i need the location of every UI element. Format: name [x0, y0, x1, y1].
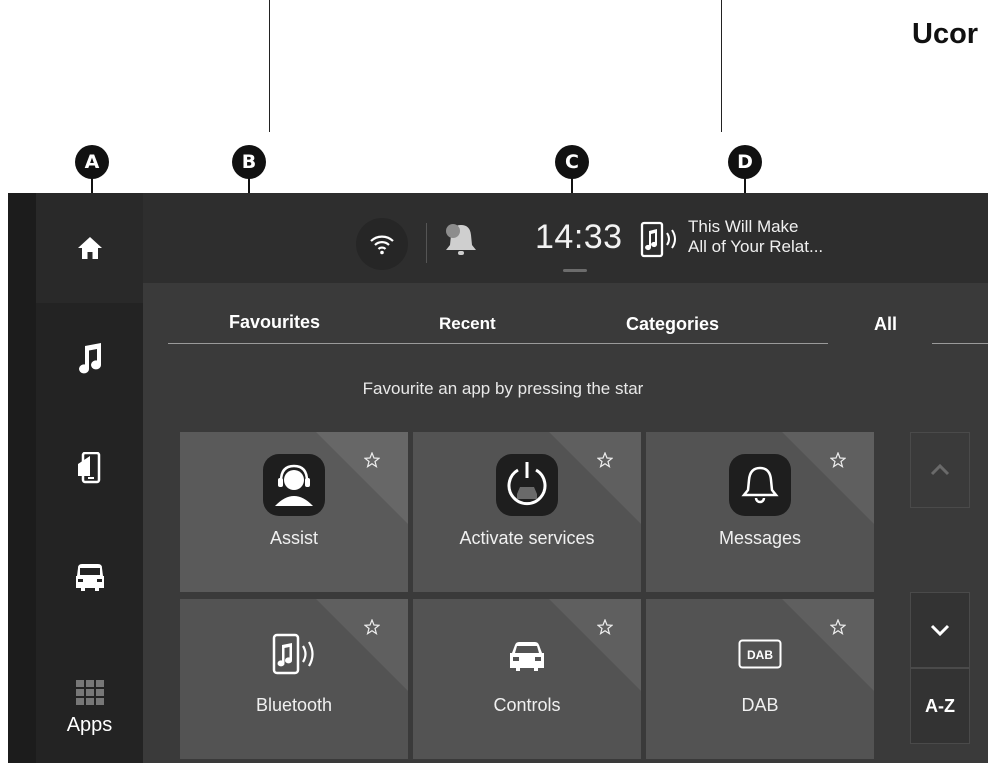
bluetooth-phone-icon — [272, 633, 314, 675]
sidebar-item-apps[interactable]: Apps — [36, 653, 143, 763]
chevron-down-icon — [930, 624, 950, 636]
tab-categories[interactable]: Categories — [626, 314, 719, 335]
star-icon[interactable] — [364, 619, 380, 635]
status-bar: 14:33 This Will Make All of Your Relat..… — [143, 193, 988, 283]
sidebar-item-media[interactable] — [36, 303, 143, 413]
wifi-icon — [370, 235, 394, 255]
now-playing-source — [640, 221, 682, 264]
dab-icon-text: DAB — [747, 648, 773, 662]
app-tile-bluetooth[interactable]: Bluetooth — [180, 599, 408, 759]
app-label: DAB — [741, 695, 779, 715]
car-icon — [510, 642, 544, 671]
activate-services-icon — [496, 454, 558, 516]
tab-recent[interactable]: Recent — [439, 314, 496, 334]
az-sort-button[interactable]: A-Z — [910, 668, 970, 744]
home-icon — [77, 237, 102, 259]
leader-line-d — [721, 0, 722, 132]
tile-corner — [316, 432, 408, 524]
now-playing-title: This Will Make — [688, 217, 799, 236]
callout-a: A — [75, 145, 109, 179]
sidebar-edge — [8, 193, 36, 763]
star-icon[interactable] — [597, 619, 613, 635]
chevron-up-icon — [930, 464, 950, 476]
tile-corner — [549, 432, 641, 524]
app-label: Controls — [493, 695, 561, 715]
az-label: A-Z — [925, 695, 955, 716]
assist-headset-icon — [263, 454, 325, 516]
drag-handle[interactable] — [563, 269, 587, 272]
notification-bell-icon — [446, 224, 476, 255]
scroll-down-button[interactable] — [910, 592, 970, 668]
favourites-hint: Favourite an app by pressing the star — [362, 379, 644, 398]
infotainment-screen: Apps 14:33 This Will Make All of Your Re… — [8, 193, 988, 763]
star-icon[interactable] — [830, 619, 846, 635]
tile-corner — [549, 599, 641, 691]
app-label: Bluetooth — [255, 695, 333, 715]
bluetooth-audio-icon — [640, 221, 676, 258]
now-playing[interactable]: This Will Make All of Your Relat... — [688, 217, 823, 257]
callout-d: D — [728, 145, 762, 179]
app-label: Assist — [269, 528, 318, 548]
dab-icon: DAB — [738, 639, 782, 669]
app-label: Messages — [718, 528, 802, 548]
sidebar: Apps — [8, 193, 143, 763]
status-divider — [426, 223, 427, 263]
app-tile-activate-services[interactable]: Activate services — [413, 432, 641, 592]
app-tile-messages[interactable]: Messages — [646, 432, 874, 592]
tile-corner — [316, 599, 408, 691]
callout-b: B — [232, 145, 266, 179]
star-icon[interactable] — [597, 452, 613, 468]
tile-corner — [782, 432, 874, 524]
notifications-button[interactable] — [443, 221, 479, 266]
app-tile-assist[interactable]: Assist — [180, 432, 408, 592]
now-playing-subtitle: All of Your Relat... — [688, 237, 824, 256]
apps-grid-icon — [75, 679, 104, 705]
sidebar-item-home[interactable] — [36, 193, 143, 303]
wifi-button[interactable] — [356, 218, 408, 270]
van-icon — [75, 564, 104, 591]
callout-c: C — [555, 145, 589, 179]
sidebar-apps-label: Apps — [66, 713, 113, 736]
music-note-icon — [78, 343, 101, 374]
phone-media-icon — [77, 452, 100, 484]
star-icon[interactable] — [364, 452, 380, 468]
app-tile-dab[interactable]: DAB DAB — [646, 599, 874, 759]
tab-favourites[interactable]: Favourites — [229, 312, 320, 333]
sidebar-item-phone[interactable] — [36, 413, 143, 523]
star-icon[interactable] — [830, 452, 846, 468]
tab-all-indicator — [828, 341, 932, 344]
clock[interactable]: 14:33 — [535, 218, 623, 257]
leader-line-b — [269, 0, 270, 132]
sidebar-item-vehicle[interactable] — [36, 523, 143, 633]
bell-icon — [729, 454, 791, 516]
scroll-up-button[interactable] — [910, 432, 970, 508]
page-heading: Ucor — [912, 18, 979, 50]
tab-all[interactable]: All — [874, 314, 897, 335]
app-tile-controls[interactable]: Controls — [413, 599, 641, 759]
tile-corner — [782, 599, 874, 691]
app-label: Activate services — [459, 528, 595, 548]
